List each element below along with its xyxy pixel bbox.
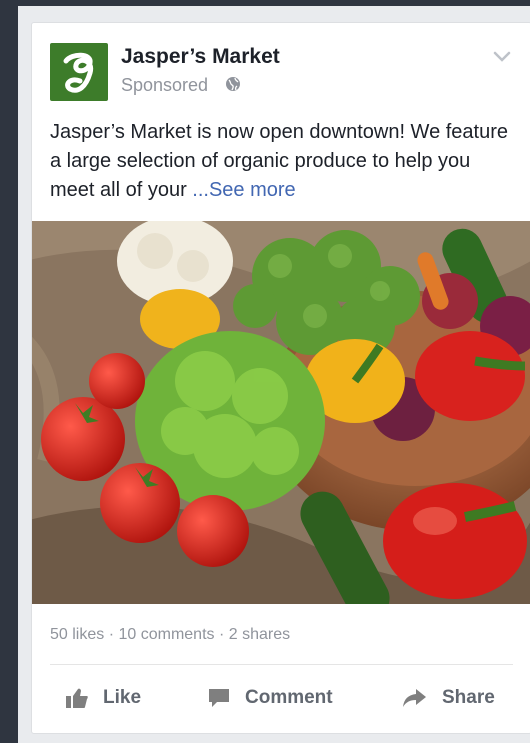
post-message: Jasper’s Market is now open downtown! We…: [50, 118, 520, 205]
sponsored-post-card: Jasper’s Market Sponsored Jasper’s Marke…: [31, 22, 530, 734]
like-button[interactable]: Like: [65, 683, 141, 713]
share-label: Share: [442, 687, 495, 708]
comment-icon: [209, 689, 229, 707]
like-label: Like: [103, 687, 142, 708]
vegetables-photo: [32, 221, 530, 604]
chevron-down-icon[interactable]: [493, 51, 511, 63]
globe-icon[interactable]: [225, 76, 241, 92]
page-logo[interactable]: [50, 43, 108, 101]
comment-label: Comment: [245, 687, 333, 708]
share-button[interactable]: Share: [402, 683, 495, 713]
page-name-link[interactable]: Jasper’s Market: [121, 45, 280, 69]
sponsored-label: Sponsored: [121, 75, 209, 95]
post-photo[interactable]: [32, 221, 530, 604]
see-more-link[interactable]: ...See more: [192, 179, 295, 201]
jaspers-market-logo-icon: [63, 52, 94, 93]
thumbs-up-icon: [66, 688, 88, 708]
post-actions-bar: Like Comment Share: [32, 665, 530, 733]
post-header: Jasper’s Market Sponsored: [32, 23, 530, 113]
share-arrow-icon: [403, 689, 426, 707]
engagement-stats[interactable]: 50 likes · 10 comments · 2 shares: [50, 626, 290, 644]
comment-button[interactable]: Comment: [207, 683, 333, 713]
